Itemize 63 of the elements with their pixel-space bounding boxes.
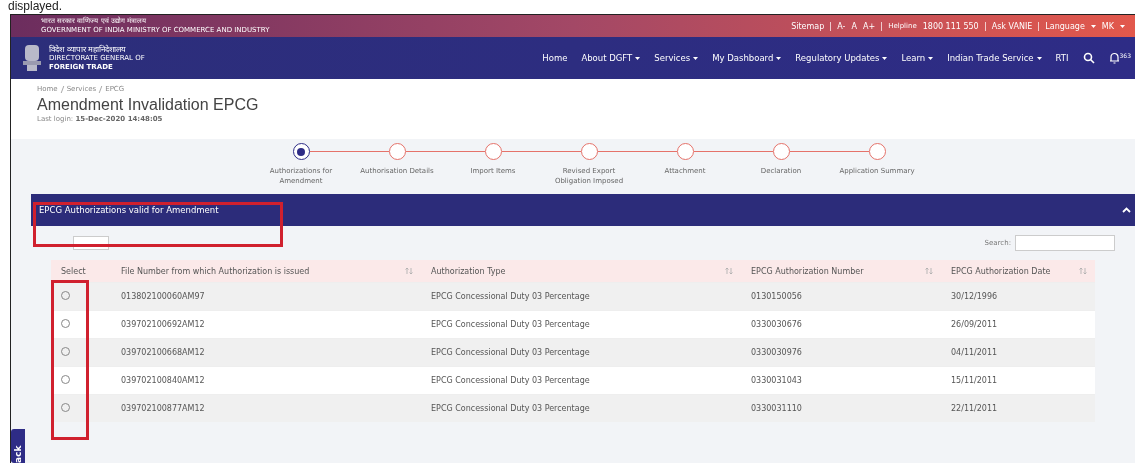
language-dropdown[interactable]: Language	[1045, 21, 1085, 31]
top-link[interactable]: A+	[862, 21, 876, 31]
sort-arrows-icon[interactable]	[405, 267, 413, 275]
collapse-chevron-icon[interactable]	[1122, 207, 1131, 213]
ask-link[interactable]: Ask VANIE	[991, 21, 1033, 31]
table-cell: EPCG Concessional Duty 03 Percentage	[421, 310, 741, 339]
table-cell: 26/09/2011	[941, 310, 1095, 339]
sort-arrows-icon[interactable]	[725, 267, 733, 275]
column-header[interactable]: Select	[51, 260, 111, 283]
table-cell: EPCG Concessional Duty 03 Percentage	[421, 338, 741, 367]
table-cell: 039702100668AM12	[111, 338, 421, 367]
table-cell: EPCG Concessional Duty 03 Percentage	[421, 282, 741, 311]
table-cell: 0330030976	[741, 338, 941, 367]
top-link[interactable]: A-	[837, 21, 846, 31]
table-cell: 04/11/2011	[941, 338, 1095, 367]
table-cell: 0330031110	[741, 394, 941, 422]
section-header[interactable]: EPCG Authorizations valid for Amendment	[31, 194, 1135, 226]
column-header[interactable]: EPCG Authorization Date	[941, 260, 1095, 283]
page-title: Amendment Invalidation EPCG	[37, 96, 260, 114]
column-header[interactable]: EPCG Authorization Number	[741, 260, 941, 283]
nav-item[interactable]: Services	[654, 53, 699, 63]
table-cell: 039702100877AM12	[111, 394, 421, 422]
caret-icon[interactable]	[635, 56, 641, 60]
bell-icon[interactable]	[1108, 52, 1120, 64]
search-icon[interactable]	[1082, 52, 1095, 64]
helpline-number: 1800 111 550	[922, 21, 979, 31]
table-cell: EPCG Concessional Duty 03 Percentage	[421, 394, 741, 422]
nav-item[interactable]: Home	[542, 53, 568, 63]
table-cell: 30/12/1996	[941, 282, 1095, 311]
sort-arrows-icon[interactable]	[1079, 267, 1087, 275]
table-cell: 013802100060AM97	[111, 282, 421, 311]
caret-icon[interactable]	[882, 56, 888, 60]
table-cell: 22/11/2011	[941, 394, 1095, 422]
top-link[interactable]: A	[851, 21, 857, 31]
section-title: EPCG Authorizations valid for Amendment	[39, 205, 219, 215]
nav-item[interactable]: Indian Trade Service	[947, 53, 1042, 63]
caret-icon[interactable]	[776, 56, 782, 60]
table-cell: 0130150056	[741, 282, 941, 311]
user-menu[interactable]: MK	[1101, 21, 1114, 31]
top-link[interactable]: Sitemap	[791, 21, 825, 31]
search-field[interactable]	[1015, 235, 1115, 251]
nav-item[interactable]: Learn	[901, 53, 934, 63]
table-cell: 039702100840AM12	[111, 366, 421, 395]
emblem-icon	[21, 43, 43, 73]
feedback-tab[interactable]: ack	[11, 429, 25, 463]
sort-arrows-icon[interactable]	[925, 267, 933, 275]
nav-item[interactable]: Regulatory Updates	[795, 53, 888, 63]
step-circle[interactable]	[292, 143, 310, 160]
table-cell: 0330030676	[741, 310, 941, 339]
nav-item[interactable]: My Dashboard	[712, 53, 782, 63]
caret-icon[interactable]	[928, 56, 934, 60]
caret-icon[interactable]	[1036, 56, 1042, 60]
table-cell: EPCG Concessional Duty 03 Percentage	[421, 366, 741, 395]
table-cell: 15/11/2011	[941, 366, 1095, 395]
nav-item[interactable]: RTI	[1055, 53, 1069, 63]
column-header[interactable]: File Number from which Authorization is issued	[111, 260, 421, 283]
table-cell: 039702100692AM12	[111, 310, 421, 339]
table-cell: 0330031043	[741, 366, 941, 395]
caption-text: displayed.	[7, 0, 64, 14]
brand-hindi-text: विदेश व्यापार महानिदेशालय	[49, 44, 128, 54]
caret-icon[interactable]	[693, 56, 699, 60]
column-header[interactable]: Authorization Type	[421, 260, 741, 283]
nav-item[interactable]: About DGFT	[581, 53, 641, 63]
